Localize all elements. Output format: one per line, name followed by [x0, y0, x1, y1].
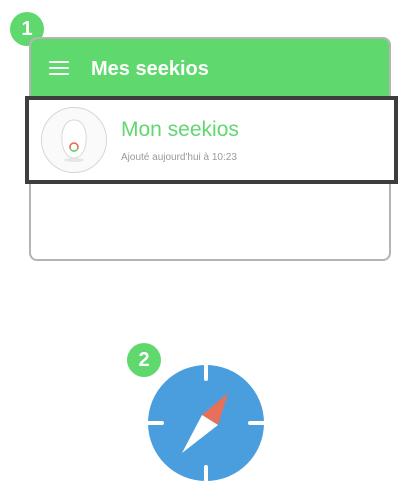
hamburger-menu-icon[interactable] [49, 61, 69, 75]
seekios-added-time: Ajouté aujourd'hui à 10:23 [121, 152, 237, 163]
seekios-list-item[interactable]: Mon seekios Ajouté aujourd'hui à 10:23 [25, 96, 398, 184]
app-bar: Mes seekios [31, 39, 389, 97]
seekios-device-avatar [41, 107, 107, 173]
seekios-name: Mon seekios [121, 118, 239, 141]
app-bar-title: Mes seekios [91, 58, 209, 80]
compass-icon [147, 364, 265, 482]
step-2-badge: 2 [127, 343, 161, 377]
seekios-device-icon [61, 119, 87, 162]
